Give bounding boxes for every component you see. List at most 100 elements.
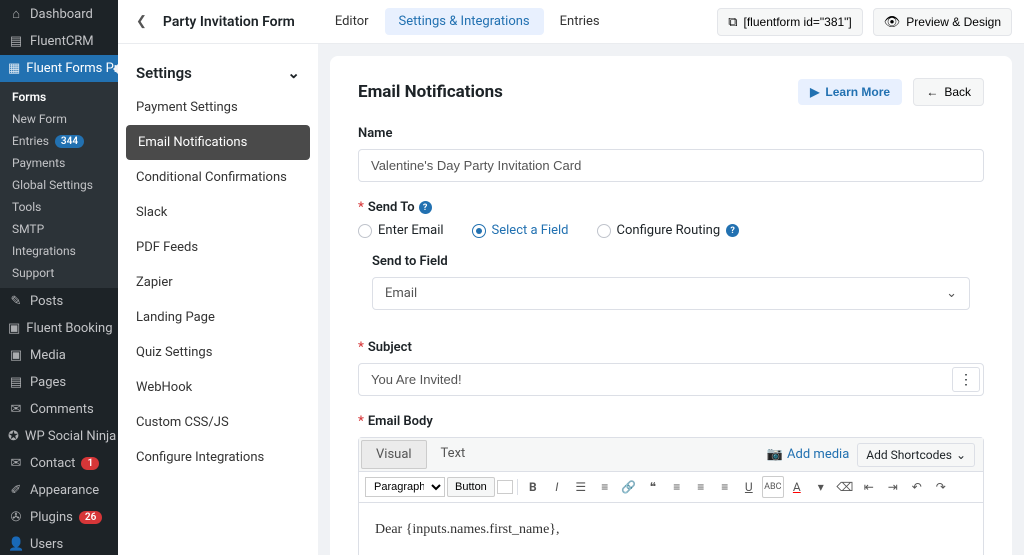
nav-conditional[interactable]: Conditional Confirmations — [118, 160, 318, 195]
menu-posts[interactable]: ✎Posts — [0, 288, 118, 315]
menu-fluent-booking[interactable]: ▣Fluent Booking — [0, 315, 118, 342]
sub-integrations[interactable]: Integrations — [0, 240, 118, 262]
calendar-icon: ▣ — [8, 321, 20, 336]
indent-icon[interactable]: ⇥ — [882, 476, 904, 498]
user-icon: 👤 — [8, 537, 24, 552]
menu-pages[interactable]: ▤Pages — [0, 369, 118, 396]
link-icon[interactable]: 🔗 — [618, 476, 640, 498]
add-media-button[interactable]: 📷Add media — [767, 447, 849, 462]
nav-email[interactable]: Email Notifications — [126, 125, 310, 160]
shortcode-button[interactable]: ⧉[fluentform id="381"] — [717, 8, 863, 36]
opt-routing[interactable]: Configure Routing? — [597, 223, 740, 238]
sendto-field-select[interactable]: Email⌄ — [372, 277, 970, 310]
underline-icon[interactable]: U — [738, 476, 760, 498]
nav-landing[interactable]: Landing Page — [118, 300, 318, 335]
info-icon[interactable]: ? — [726, 224, 739, 237]
numbered-list-icon[interactable]: ≡ — [594, 476, 616, 498]
required-mark: * — [358, 414, 364, 429]
subject-input[interactable] — [358, 363, 984, 396]
nav-pdf[interactable]: PDF Feeds — [118, 230, 318, 265]
outdent-icon[interactable]: ⇤ — [858, 476, 880, 498]
nav-quiz[interactable]: Quiz Settings — [118, 335, 318, 370]
add-shortcodes-button[interactable]: Add Shortcodes⌄ — [857, 443, 975, 467]
editor-tabs: Visual Text 📷Add media Add Shortcodes⌄ — [359, 438, 983, 472]
menu-appearance[interactable]: ✐Appearance — [0, 477, 118, 504]
crm-icon: ▤ — [8, 34, 24, 49]
sub-global[interactable]: Global Settings — [0, 174, 118, 196]
editor-tab-visual[interactable]: Visual — [361, 440, 427, 469]
menu-users[interactable]: 👤Users — [0, 531, 118, 555]
align-right-icon[interactable]: ≡ — [714, 476, 736, 498]
insert-button[interactable]: Button — [447, 477, 495, 497]
tab-entries[interactable]: Entries — [546, 8, 614, 35]
sub-support[interactable]: Support — [0, 262, 118, 284]
italic-icon[interactable]: I — [546, 476, 568, 498]
sub-tools[interactable]: Tools — [0, 196, 118, 218]
contact-badge: 1 — [81, 457, 99, 470]
editor-body[interactable]: Dear {inputs.names.first_name}, Your reg… — [359, 503, 983, 555]
page-body: Settings⌄ Payment Settings Email Notific… — [118, 44, 1024, 555]
align-left-icon[interactable]: ≡ — [666, 476, 688, 498]
menu-media[interactable]: ▣Media — [0, 342, 118, 369]
name-input[interactable] — [358, 149, 984, 182]
plugins-badge: 26 — [79, 511, 102, 524]
nav-webhook[interactable]: WebHook — [118, 370, 318, 405]
editor-toolbar: Paragraph Button B I ☰ ≡ 🔗 ❝ ≡ ≡ — [359, 472, 983, 503]
sub-smtp[interactable]: SMTP — [0, 218, 118, 240]
menu-wp-social-ninja[interactable]: ✪WP Social Ninja — [0, 423, 118, 450]
menu-dashboard[interactable]: ⌂Dashboard — [0, 0, 118, 28]
preview-button[interactable]: 👁Preview & Design — [873, 8, 1012, 36]
nav-zapier[interactable]: Zapier — [118, 265, 318, 300]
required-mark: * — [358, 340, 364, 355]
menu-comments[interactable]: ✉Comments — [0, 396, 118, 423]
subject-shortcode-button[interactable]: ⋮ — [952, 367, 980, 392]
back-list-button[interactable]: ←Back — [913, 78, 984, 106]
sub-new-form[interactable]: New Form — [0, 108, 118, 130]
bold-icon[interactable]: B — [522, 476, 544, 498]
sendto-subfield: Send to Field Email⌄ — [358, 250, 984, 322]
tab-settings[interactable]: Settings & Integrations — [385, 8, 544, 35]
sub-payments[interactable]: Payments — [0, 152, 118, 174]
undo-icon[interactable]: ↶ — [906, 476, 928, 498]
menu-fluentforms[interactable]: ▦Fluent Forms Pro — [0, 55, 118, 82]
align-center-icon[interactable]: ≡ — [690, 476, 712, 498]
settings-header[interactable]: Settings⌄ — [118, 56, 318, 90]
info-icon[interactable]: ? — [419, 201, 432, 214]
main-area: ❮ Party Invitation Form Editor Settings … — [118, 0, 1024, 555]
format-select[interactable]: Paragraph — [365, 477, 445, 497]
clear-format-icon[interactable]: ⌫ — [834, 476, 856, 498]
plug-icon: ✇ — [8, 510, 24, 525]
bullet-list-icon[interactable]: ☰ — [570, 476, 592, 498]
sub-entries[interactable]: Entries344 — [0, 130, 118, 152]
text-color-icon[interactable]: A — [786, 476, 808, 498]
color-swatch[interactable] — [497, 480, 513, 494]
redo-icon[interactable]: ↷ — [930, 476, 952, 498]
content-column: Email Notifications ▶Learn More ←Back Na… — [318, 44, 1024, 555]
forms-icon: ▦ — [8, 61, 20, 76]
nav-configure[interactable]: Configure Integrations — [118, 440, 318, 475]
text-color-dropdown-icon[interactable]: ▾ — [810, 476, 832, 498]
field-subject: *Subject ⋮ — [358, 340, 984, 396]
menu-contact[interactable]: ✉Contact1 — [0, 450, 118, 477]
required-mark: * — [358, 200, 364, 215]
nav-css[interactable]: Custom CSS/JS — [118, 405, 318, 440]
back-button[interactable]: ❮ — [130, 8, 153, 35]
editor-tab-text[interactable]: Text — [427, 440, 480, 469]
menu-plugins[interactable]: ✇Plugins26 — [0, 504, 118, 531]
menu-fluentcrm[interactable]: ▤FluentCRM — [0, 28, 118, 55]
opt-enter-email[interactable]: Enter Email — [358, 223, 444, 238]
nav-slack[interactable]: Slack — [118, 195, 318, 230]
learn-more-button[interactable]: ▶Learn More — [798, 79, 902, 105]
opt-select-field[interactable]: Select a Field — [472, 223, 569, 238]
sub-forms[interactable]: Forms — [0, 86, 118, 108]
comment-icon: ✉ — [8, 402, 24, 417]
sendto-label: Send To — [368, 200, 415, 215]
chevron-down-icon: ⌄ — [287, 64, 300, 82]
blockquote-icon[interactable]: ❝ — [642, 476, 664, 498]
nav-payment[interactable]: Payment Settings — [118, 90, 318, 125]
play-icon: ▶ — [810, 85, 819, 99]
chevron-down-icon: ⌄ — [946, 286, 957, 301]
wp-admin-sidebar: ⌂Dashboard ▤FluentCRM ▦Fluent Forms Pro … — [0, 0, 118, 555]
strike-icon[interactable]: ABC — [762, 476, 784, 498]
tab-editor[interactable]: Editor — [321, 8, 383, 35]
